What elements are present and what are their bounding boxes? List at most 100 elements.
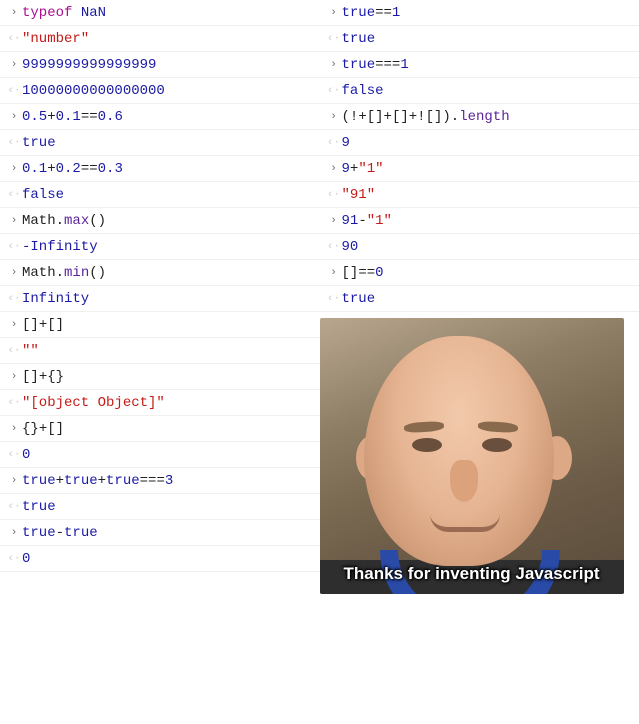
console-input[interactable]: 9+"1"	[342, 161, 634, 177]
console-input[interactable]: (!+[]+[]+![]).length	[342, 109, 634, 125]
console-column-left: ›typeof NaN‹·"number"›9999999999999999‹·…	[0, 0, 320, 594]
console-input[interactable]: Math.min()	[22, 265, 314, 281]
console-input[interactable]: 91-"1"	[342, 213, 634, 229]
token-prop: max	[64, 213, 89, 229]
prompt-arrow-icon: ›	[6, 111, 22, 123]
token-punc: []	[392, 109, 409, 125]
console-input[interactable]: []==0	[342, 265, 634, 281]
token-kwval: true	[342, 291, 376, 307]
console-output: "91"	[342, 187, 634, 203]
token-number: 0.5	[22, 109, 47, 125]
token-kwval: false	[342, 83, 384, 99]
token-number: 0.6	[98, 109, 123, 125]
result-arrow-icon: ‹·	[6, 241, 22, 253]
result-arrow-icon: ‹·	[6, 501, 22, 513]
prompt-arrow-icon: ›	[6, 527, 22, 539]
token-number: 1	[400, 57, 408, 73]
result-arrow-icon: ‹·	[6, 449, 22, 461]
console-input[interactable]: 9999999999999999	[22, 57, 314, 73]
token-number: 9	[342, 161, 350, 177]
meme-nose	[450, 460, 478, 502]
console-input[interactable]: {}+[]	[22, 421, 314, 437]
console-output-row: ‹·""	[0, 338, 320, 364]
token-op: +	[384, 109, 392, 125]
console-input[interactable]: true===1	[342, 57, 634, 73]
prompt-arrow-icon: ›	[6, 267, 22, 279]
console-output: 0	[22, 551, 314, 567]
console-input[interactable]: Math.max()	[22, 213, 314, 229]
token-kwval: NaN	[81, 5, 106, 21]
console-input[interactable]: true+true+true===3	[22, 473, 314, 489]
prompt-arrow-icon: ›	[326, 267, 342, 279]
token-punc: []	[342, 265, 359, 281]
console-output-row: ‹·"[object Object]"	[0, 390, 320, 416]
console-output: ""	[22, 343, 314, 359]
console-input[interactable]: true-true	[22, 525, 314, 541]
token-number: 0.1	[56, 109, 81, 125]
prompt-arrow-icon: ›	[6, 163, 22, 175]
token-prop: min	[64, 265, 89, 281]
token-op: +	[358, 109, 366, 125]
token-number: 0	[22, 551, 30, 567]
token-op: ==	[81, 109, 98, 125]
token-number: 0.1	[22, 161, 47, 177]
console-output-row: ‹·10000000000000000	[0, 78, 320, 104]
prompt-arrow-icon: ›	[6, 371, 22, 383]
prompt-arrow-icon: ›	[6, 215, 22, 227]
console-input-row: ›[]+{}	[0, 364, 320, 390]
console-output-row: ‹·9	[320, 130, 639, 156]
console-output: false	[342, 83, 634, 99]
meme-caption: Thanks for inventing Javascript	[320, 564, 624, 584]
result-arrow-icon: ‹·	[326, 33, 342, 45]
token-punc: []	[47, 317, 64, 333]
token-punc: []	[22, 369, 39, 385]
token-punc: []	[367, 109, 384, 125]
token-string: ""	[22, 343, 39, 359]
token-number: 0	[22, 447, 30, 463]
token-number: 9999999999999999	[22, 57, 156, 73]
token-punc: ()	[89, 213, 106, 229]
token-kwval: true	[64, 473, 98, 489]
token-op: ==	[358, 265, 375, 281]
token-op: ==	[81, 161, 98, 177]
console-input-row: ›{}+[]	[0, 416, 320, 442]
console-input-row: ›true==1	[320, 0, 639, 26]
console-output-row: ‹·true	[0, 130, 320, 156]
token-op: +	[39, 317, 47, 333]
console-output: 9	[342, 135, 634, 151]
token-kwval: false	[22, 187, 64, 203]
console-output: 10000000000000000	[22, 83, 314, 99]
console-input-row: ›typeof NaN	[0, 0, 320, 26]
token-punc: []	[426, 109, 443, 125]
token-string: "1"	[367, 213, 392, 229]
console-input[interactable]: true==1	[342, 5, 634, 21]
console-output: true	[342, 291, 634, 307]
token-kwval: true	[22, 135, 56, 151]
console-input[interactable]: []+[]	[22, 317, 314, 333]
token-kwval: true	[342, 57, 376, 73]
token-number: 0	[375, 265, 383, 281]
token-punc: ()	[89, 265, 106, 281]
console-input[interactable]: []+{}	[22, 369, 314, 385]
meme-mouth	[430, 514, 500, 532]
token-string: "[object Object]"	[22, 395, 165, 411]
prompt-arrow-icon: ›	[326, 163, 342, 175]
console-output-row: ‹·false	[320, 78, 639, 104]
token-op: +	[47, 161, 55, 177]
prompt-arrow-icon: ›	[326, 215, 342, 227]
token-prop: length	[459, 109, 509, 125]
result-arrow-icon: ‹·	[326, 293, 342, 305]
prompt-arrow-icon: ›	[6, 475, 22, 487]
result-arrow-icon: ‹·	[326, 137, 342, 149]
token-number: 0.2	[56, 161, 81, 177]
console-input[interactable]: 0.1+0.2==0.3	[22, 161, 314, 177]
token-op: +	[56, 473, 64, 489]
token-op: ===	[140, 473, 165, 489]
result-arrow-icon: ‹·	[6, 137, 22, 149]
result-arrow-icon: ‹·	[6, 33, 22, 45]
console-output-row: ‹·"number"	[0, 26, 320, 52]
result-arrow-icon: ‹·	[6, 293, 22, 305]
token-kwval: true	[22, 473, 56, 489]
console-input[interactable]: 0.5+0.1==0.6	[22, 109, 314, 125]
console-input[interactable]: typeof NaN	[22, 5, 314, 21]
